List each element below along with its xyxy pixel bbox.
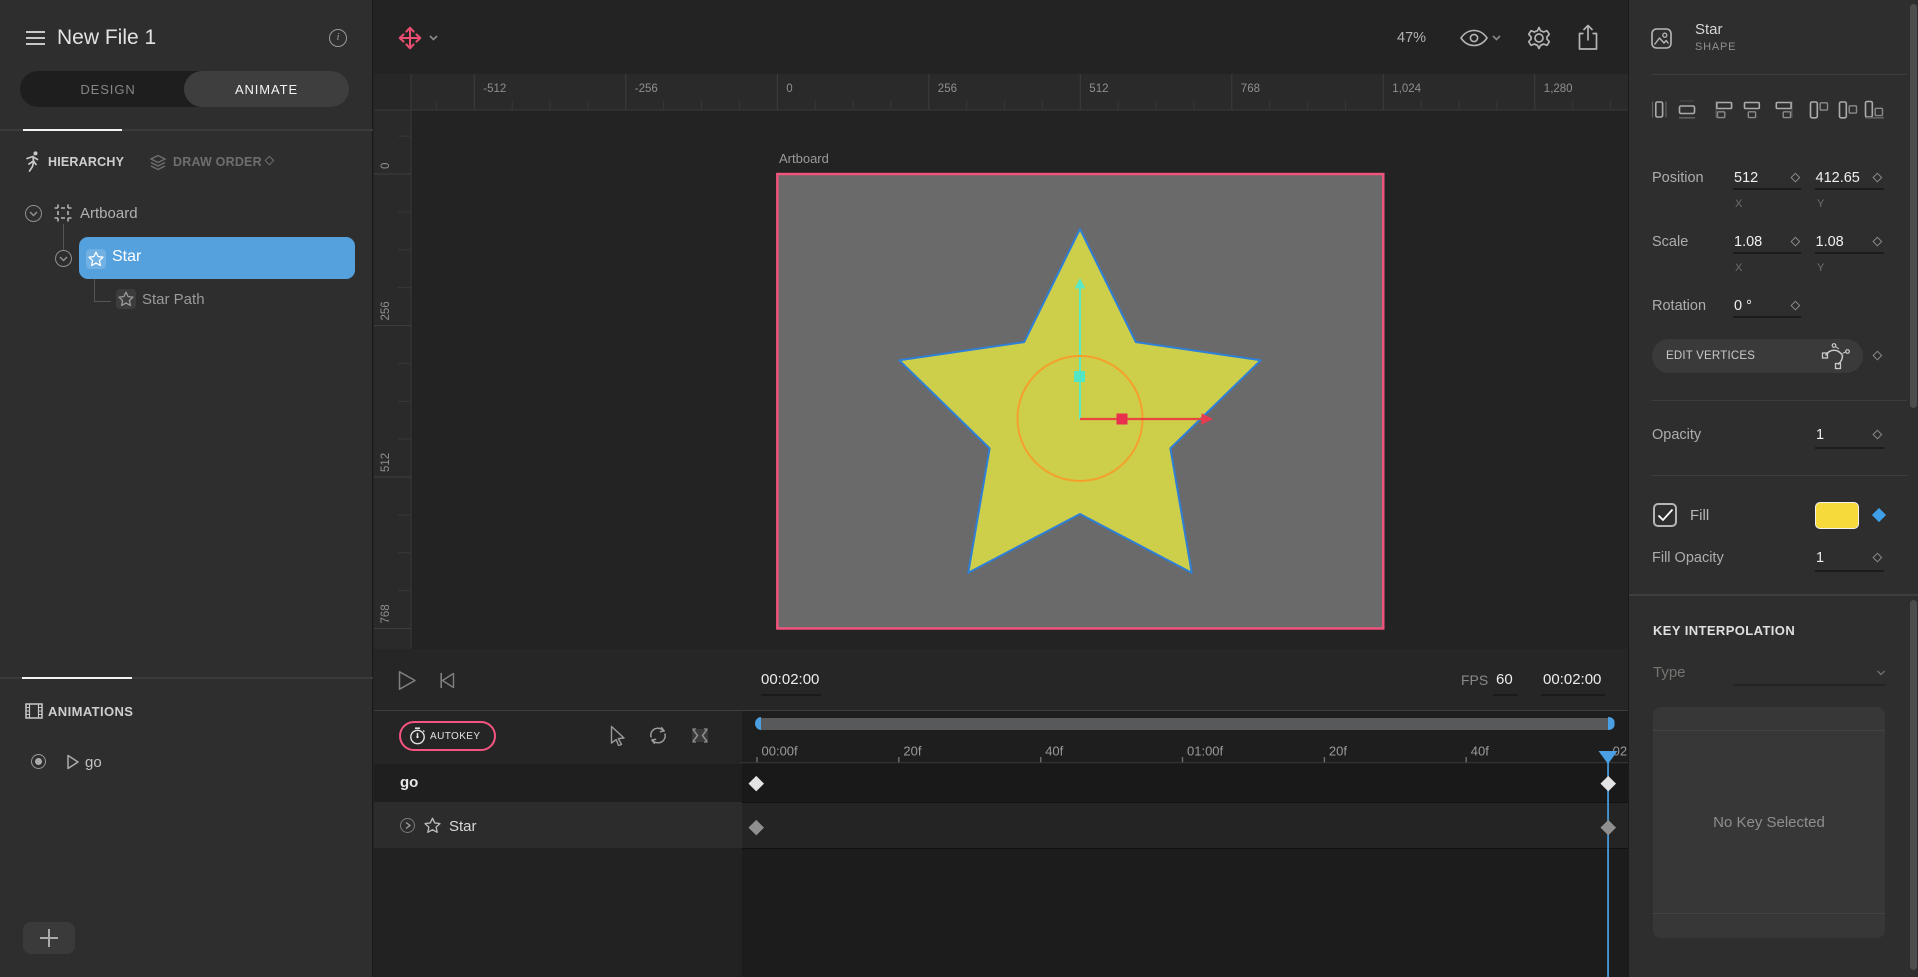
svg-text:256: 256 (938, 83, 957, 95)
svg-text:00:00f: 00:00f (762, 744, 799, 759)
svg-text:1,024: 1,024 (1392, 83, 1421, 95)
svg-text:20f: 20f (903, 744, 921, 759)
svg-text:512: 512 (380, 453, 392, 472)
svg-text:40f: 40f (1045, 744, 1063, 759)
svg-text:0: 0 (380, 163, 392, 169)
svg-text:01:00f: 01:00f (1187, 744, 1224, 759)
svg-text:768: 768 (380, 604, 392, 623)
svg-text:20f: 20f (1329, 744, 1347, 759)
svg-text:0: 0 (786, 83, 792, 95)
svg-text:Artboard: Artboard (779, 151, 829, 166)
svg-text:-512: -512 (483, 83, 506, 95)
svg-text:40f: 40f (1471, 744, 1489, 759)
svg-text:-256: -256 (635, 83, 658, 95)
svg-text:256: 256 (380, 301, 392, 320)
svg-text:512: 512 (1089, 83, 1108, 95)
svg-text:1,280: 1,280 (1544, 83, 1573, 95)
svg-text:768: 768 (1241, 83, 1260, 95)
